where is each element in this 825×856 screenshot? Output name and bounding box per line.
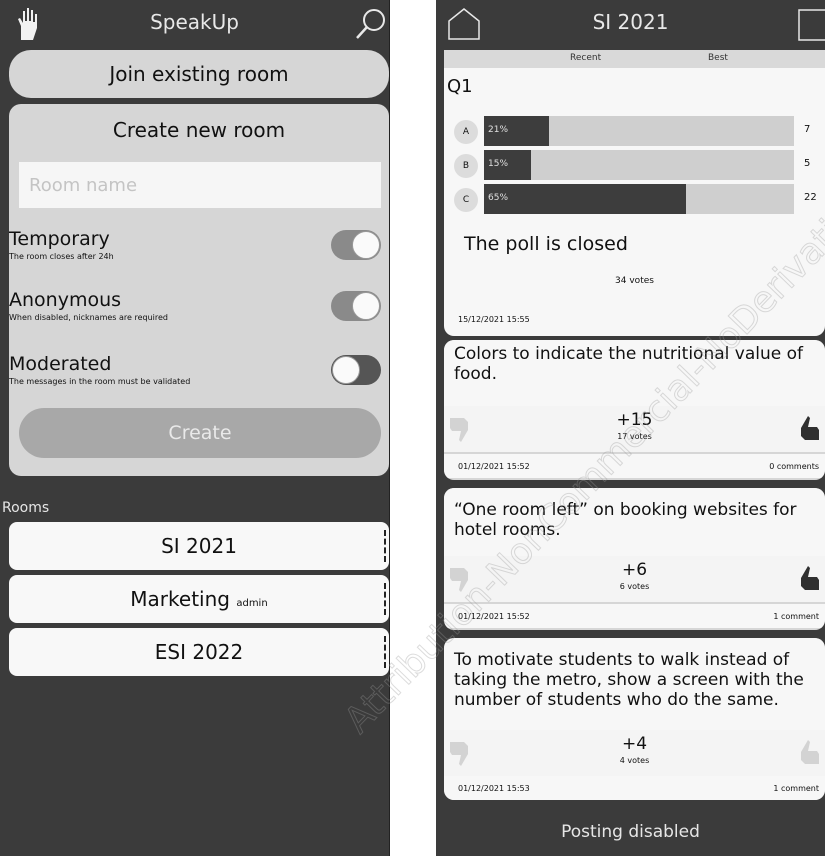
option-temporary: Temporary The room closes after 24h bbox=[9, 228, 389, 272]
poll-date: 15/12/2021 15:55 bbox=[458, 315, 530, 324]
answer-bar-track: 15% bbox=[484, 150, 794, 180]
create-room-title: Create new room bbox=[112, 118, 286, 142]
temporary-toggle[interactable] bbox=[331, 230, 381, 260]
comments-link[interactable]: 0 comments bbox=[769, 462, 819, 471]
more-options-icon[interactable] bbox=[384, 530, 386, 562]
poll-answer: B 15% 5 bbox=[454, 150, 825, 180]
option-title: Anonymous bbox=[9, 289, 122, 311]
message-date: 01/12/2021 15:52 bbox=[458, 462, 530, 471]
poll-question: Q1 bbox=[447, 76, 473, 97]
answer-letter: A bbox=[454, 120, 478, 144]
join-room-button[interactable]: Join existing room bbox=[9, 50, 389, 98]
moderated-toggle[interactable] bbox=[331, 355, 381, 385]
option-subtitle: The room closes after 24h bbox=[9, 252, 114, 261]
answer-percent: 65% bbox=[488, 193, 509, 203]
answer-bar-fill bbox=[484, 184, 686, 214]
message-date: 01/12/2021 15:53 bbox=[458, 784, 530, 793]
answer-count: 5 bbox=[804, 158, 811, 169]
answer-count: 7 bbox=[804, 124, 811, 135]
answer-percent: 21% bbox=[488, 125, 509, 135]
vote-area: +6 6 votes bbox=[444, 556, 825, 602]
posting-disabled-bar: Posting disabled bbox=[561, 822, 700, 842]
message-text: “One room left” on booking websites for … bbox=[444, 488, 825, 556]
create-room-card: Create new room Temporary The room close… bbox=[9, 104, 389, 476]
option-subtitle: The messages in the room must be validat… bbox=[9, 377, 191, 386]
message-card: To motivate students to walk instead of … bbox=[444, 638, 825, 800]
message-vote-count: 4 votes bbox=[619, 756, 650, 765]
answer-bar-track: 65% bbox=[484, 184, 794, 214]
rooms-heading: Rooms bbox=[2, 500, 50, 516]
anonymous-toggle[interactable] bbox=[331, 291, 381, 321]
answer-letter: B bbox=[454, 154, 478, 178]
room-item[interactable]: SI 2021 bbox=[9, 522, 389, 570]
message-footer: 01/12/2021 15:52 1 comment bbox=[444, 604, 825, 628]
top-bar: SI 2021 bbox=[436, 0, 825, 48]
room-name: ESI 2022 bbox=[154, 640, 244, 664]
message-text: To motivate students to walk instead of … bbox=[444, 638, 825, 730]
room-name: SI 2021 bbox=[161, 534, 237, 558]
comments-link[interactable]: 1 comment bbox=[773, 784, 819, 793]
poll-card: Q1 A 21% 7 B 15% 5 C 65% 22 The poll is … bbox=[444, 68, 825, 336]
message-card: “One room left” on booking websites for … bbox=[444, 488, 825, 630]
room-list-screen: SpeakUp Join existing room Create new ro… bbox=[0, 0, 390, 856]
option-subtitle: When disabled, nicknames are required bbox=[9, 313, 168, 322]
create-button[interactable]: Create bbox=[19, 408, 381, 458]
room-screen: SI 2021 Recent Best Q1 A 21% 7 B 15% 5 C… bbox=[436, 0, 825, 856]
message-footer: 01/12/2021 15:53 1 comment bbox=[444, 776, 825, 800]
room-item[interactable]: Marketing admin bbox=[9, 575, 389, 623]
sort-tabs: Recent Best bbox=[444, 50, 825, 68]
app-title: SpeakUp bbox=[150, 10, 239, 34]
message-date: 01/12/2021 15:52 bbox=[458, 612, 530, 621]
vote-area: +4 4 votes bbox=[444, 730, 825, 776]
thumbs-up-icon[interactable] bbox=[791, 414, 821, 444]
admin-badge: admin bbox=[236, 598, 268, 609]
message-card: Colors to indicate the nutritional value… bbox=[444, 340, 825, 480]
message-score: +15 bbox=[616, 410, 653, 430]
comments-link[interactable]: 1 comment bbox=[773, 612, 819, 621]
answer-bar-track: 21% bbox=[484, 116, 794, 146]
option-moderated: Moderated The messages in the room must … bbox=[9, 353, 389, 397]
poll-vote-count: 34 votes bbox=[615, 276, 654, 286]
toggle-knob bbox=[332, 356, 360, 384]
poll-answer: A 21% 7 bbox=[454, 116, 825, 146]
message-score: +4 bbox=[621, 734, 648, 754]
more-options-icon[interactable] bbox=[384, 636, 386, 668]
message-text: Colors to indicate the nutritional value… bbox=[444, 340, 825, 406]
room-item[interactable]: ESI 2022 bbox=[9, 628, 389, 676]
option-title: Moderated bbox=[9, 353, 112, 375]
more-options-icon[interactable] bbox=[384, 583, 386, 615]
room-name: Marketing bbox=[130, 587, 230, 611]
option-title: Temporary bbox=[9, 228, 110, 250]
menu-icon[interactable] bbox=[798, 6, 825, 42]
thumbs-up-icon[interactable] bbox=[791, 564, 821, 594]
poll-answer: C 65% 22 bbox=[454, 184, 825, 214]
toggle-knob bbox=[352, 292, 380, 320]
answer-percent: 15% bbox=[488, 159, 509, 169]
poll-status: The poll is closed bbox=[464, 233, 628, 255]
answer-count: 22 bbox=[804, 192, 817, 203]
message-footer: 01/12/2021 15:52 0 comments bbox=[444, 454, 825, 478]
message-score: +6 bbox=[621, 560, 648, 580]
top-bar: SpeakUp bbox=[0, 0, 389, 48]
tab-best[interactable]: Best bbox=[708, 53, 728, 63]
vote-area: +15 17 votes bbox=[444, 406, 825, 452]
message-vote-count: 6 votes bbox=[619, 582, 650, 591]
message-vote-count: 17 votes bbox=[617, 432, 652, 441]
thumbs-up-icon[interactable] bbox=[791, 738, 821, 768]
search-icon[interactable] bbox=[354, 6, 390, 42]
toggle-knob bbox=[352, 231, 380, 259]
option-anonymous: Anonymous When disabled, nicknames are r… bbox=[9, 289, 389, 333]
room-name-input[interactable] bbox=[19, 162, 381, 208]
room-title: SI 2021 bbox=[592, 10, 669, 34]
tab-recent[interactable]: Recent bbox=[570, 53, 601, 63]
answer-letter: C bbox=[454, 188, 478, 212]
